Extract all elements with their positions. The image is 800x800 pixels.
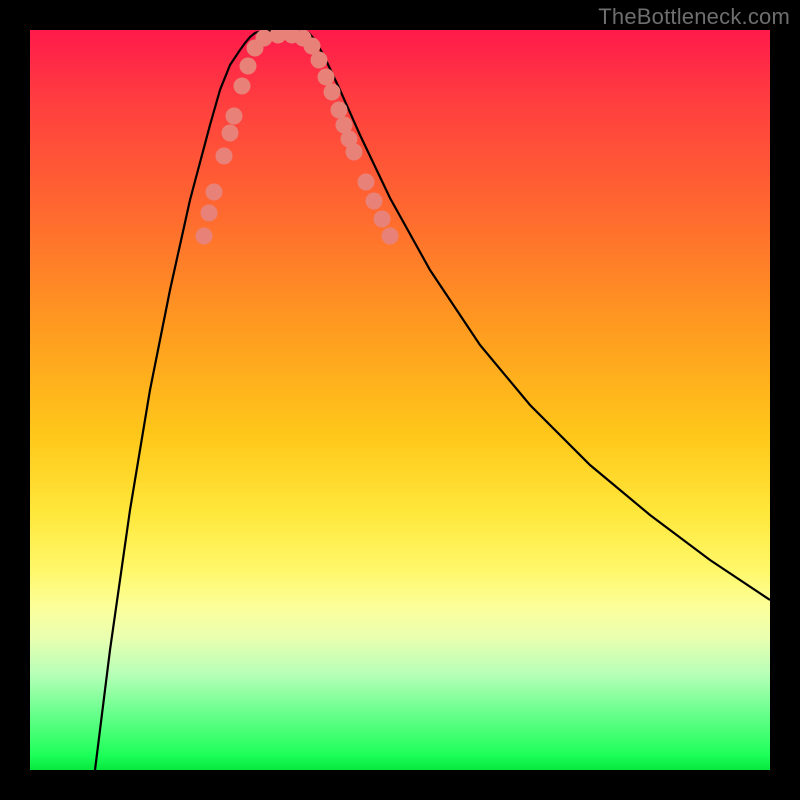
chart-plot-area [30, 30, 770, 770]
data-dot [382, 228, 399, 245]
data-dot [324, 84, 341, 101]
data-dot [374, 211, 391, 228]
data-dot [331, 102, 348, 119]
data-dot [222, 125, 239, 142]
data-dot [234, 78, 251, 95]
data-dot [201, 205, 218, 222]
data-dot [216, 148, 233, 165]
chart-svg [30, 30, 770, 770]
data-dot [366, 193, 383, 210]
data-dot [311, 52, 328, 69]
data-dot [346, 144, 363, 161]
right-curve [308, 32, 770, 600]
data-dot [358, 174, 375, 191]
left-curve [95, 32, 258, 770]
chart-frame: TheBottleneck.com [0, 0, 800, 800]
data-dot [240, 58, 257, 75]
watermark-text: TheBottleneck.com [598, 4, 790, 30]
data-dot [318, 69, 335, 86]
dot-group [196, 30, 399, 245]
data-dot [206, 184, 223, 201]
data-dot [226, 108, 243, 125]
data-dot [196, 228, 213, 245]
